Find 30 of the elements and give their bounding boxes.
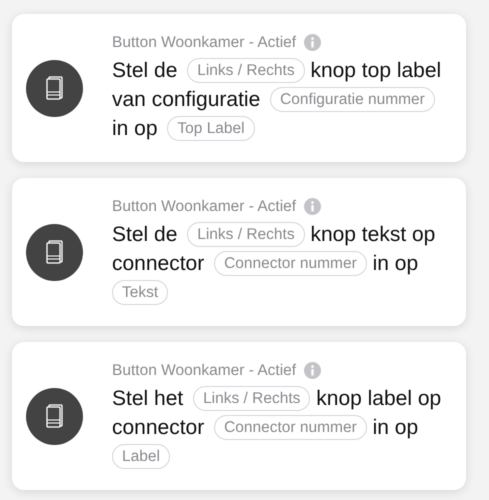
sentence-text: knop tekst op (310, 222, 436, 248)
info-icon[interactable] (304, 34, 322, 51)
sentence-text: Stel het (112, 386, 184, 412)
placeholder-field[interactable]: Links / Rechts (193, 386, 310, 410)
placeholder-field[interactable]: Links / Rechts (187, 222, 305, 246)
sentence-text: in op (372, 250, 418, 276)
sentence-text: connector (112, 414, 204, 440)
sentence-text: knop top label (310, 58, 442, 84)
placeholder-field[interactable]: Links / Rechts (187, 58, 305, 82)
card-title: Button Woonkamer - Actief (112, 362, 296, 380)
placeholder-field[interactable]: Tekst (112, 280, 168, 304)
sentence-text: Stel de (112, 58, 178, 84)
card-title: Button Woonkamer - Actief (112, 198, 296, 216)
sentence-text: knop label op (316, 386, 442, 412)
placeholder-field[interactable]: Connector nummer (214, 250, 367, 276)
sentence-text: connector (112, 250, 204, 276)
sentence-text: Stel de (112, 222, 178, 248)
info-icon[interactable] (304, 362, 322, 379)
card-title: Button Woonkamer - Actief (112, 34, 296, 52)
placeholder-field[interactable]: Configuratie nummer (270, 86, 435, 112)
flow-card[interactable]: Button Woonkamer - Actief Stel de Links / Rechts knop tekst op connector Connector nummer in op Tekst (12, 178, 466, 326)
placeholder-field[interactable]: Label (112, 444, 170, 468)
placeholder-field[interactable]: Connector nummer (214, 414, 367, 440)
flow-card[interactable]: Button Woonkamer - Actief Stel het Links / Rechts knop label op connector Connector nummer in op Label (12, 342, 466, 490)
info-icon[interactable] (304, 198, 322, 215)
sentence-text: in op (112, 116, 158, 142)
sentence-text: van configuratie (112, 86, 260, 112)
sentence-text: in op (372, 414, 418, 440)
placeholder-field[interactable]: Top Label (167, 116, 255, 140)
flow-card[interactable]: Button Woonkamer - Actief Stel de Links / Rechts knop top label van configuratie Configuratie nummer in op Top Label (12, 14, 466, 162)
